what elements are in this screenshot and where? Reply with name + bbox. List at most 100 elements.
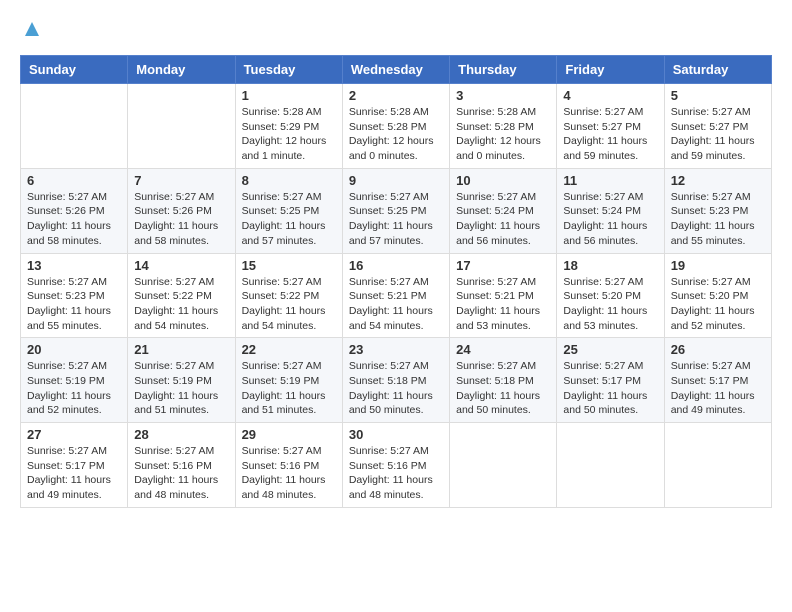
calendar-day-cell: 2 Sunrise: 5:28 AM Sunset: 5:28 PM Daylig… [342, 84, 449, 169]
calendar-day-cell: 6 Sunrise: 5:27 AM Sunset: 5:26 PM Daylig… [21, 168, 128, 253]
day-number: 6 [27, 173, 121, 188]
calendar-day-cell: 19 Sunrise: 5:27 AM Sunset: 5:20 PM Dayli… [664, 253, 771, 338]
day-info: Sunrise: 5:27 AM Sunset: 5:22 PM Dayligh… [242, 275, 336, 334]
calendar-day-cell: 24 Sunrise: 5:27 AM Sunset: 5:18 PM Dayli… [450, 338, 557, 423]
day-info: Sunrise: 5:27 AM Sunset: 5:18 PM Dayligh… [456, 359, 550, 418]
day-number: 19 [671, 258, 765, 273]
day-number: 5 [671, 88, 765, 103]
day-info: Sunrise: 5:28 AM Sunset: 5:28 PM Dayligh… [456, 105, 550, 164]
day-info: Sunrise: 5:27 AM Sunset: 5:16 PM Dayligh… [349, 444, 443, 503]
day-number: 3 [456, 88, 550, 103]
day-number: 21 [134, 342, 228, 357]
day-info: Sunrise: 5:27 AM Sunset: 5:27 PM Dayligh… [671, 105, 765, 164]
day-info: Sunrise: 5:27 AM Sunset: 5:23 PM Dayligh… [671, 190, 765, 249]
calendar-day-cell: 3 Sunrise: 5:28 AM Sunset: 5:28 PM Daylig… [450, 84, 557, 169]
day-number: 25 [563, 342, 657, 357]
calendar-day-cell: 4Sunrise: 5:27 AM Sunset: 5:27 PM Daylig… [557, 84, 664, 169]
logo-icon [23, 20, 41, 38]
day-info: Sunrise: 5:27 AM Sunset: 5:16 PM Dayligh… [134, 444, 228, 503]
day-of-week-header: Monday [128, 56, 235, 84]
page-container: SundayMondayTuesdayWednesdayThursdayFrid… [20, 20, 772, 508]
day-number: 14 [134, 258, 228, 273]
day-number: 30 [349, 427, 443, 442]
day-of-week-header: Sunday [21, 56, 128, 84]
day-info: Sunrise: 5:28 AM Sunset: 5:28 PM Dayligh… [349, 105, 443, 164]
day-number: 15 [242, 258, 336, 273]
day-number: 16 [349, 258, 443, 273]
day-of-week-header: Saturday [664, 56, 771, 84]
calendar-day-cell: 30 Sunrise: 5:27 AM Sunset: 5:16 PM Dayli… [342, 423, 449, 508]
calendar-day-cell: 22Sunrise: 5:27 AM Sunset: 5:19 PM Dayli… [235, 338, 342, 423]
calendar-week-row: 27Sunrise: 5:27 AM Sunset: 5:17 PM Dayli… [21, 423, 772, 508]
calendar-day-cell: 16 Sunrise: 5:27 AM Sunset: 5:21 PM Dayli… [342, 253, 449, 338]
calendar-day-cell [557, 423, 664, 508]
calendar-day-cell: 10 Sunrise: 5:27 AM Sunset: 5:24 PM Dayli… [450, 168, 557, 253]
day-number: 24 [456, 342, 550, 357]
day-info: Sunrise: 5:27 AM Sunset: 5:25 PM Dayligh… [242, 190, 336, 249]
day-info: Sunrise: 5:27 AM Sunset: 5:26 PM Dayligh… [27, 190, 121, 249]
calendar-day-cell: 29 Sunrise: 5:27 AM Sunset: 5:16 PM Dayli… [235, 423, 342, 508]
calendar-day-cell: 23 Sunrise: 5:27 AM Sunset: 5:18 PM Dayli… [342, 338, 449, 423]
day-of-week-header: Thursday [450, 56, 557, 84]
day-info: Sunrise: 5:27 AM Sunset: 5:21 PM Dayligh… [349, 275, 443, 334]
day-number: 1 [242, 88, 336, 103]
day-info: Sunrise: 5:27 AM Sunset: 5:22 PM Dayligh… [134, 275, 228, 334]
calendar-day-cell: 15 Sunrise: 5:27 AM Sunset: 5:22 PM Dayli… [235, 253, 342, 338]
calendar-day-cell [21, 84, 128, 169]
header [20, 20, 772, 45]
day-info: Sunrise: 5:27 AM Sunset: 5:16 PM Dayligh… [242, 444, 336, 503]
calendar-day-cell: 9Sunrise: 5:27 AM Sunset: 5:25 PM Daylig… [342, 168, 449, 253]
day-of-week-header: Friday [557, 56, 664, 84]
calendar-day-cell: 7 Sunrise: 5:27 AM Sunset: 5:26 PM Daylig… [128, 168, 235, 253]
calendar-day-cell [664, 423, 771, 508]
calendar-day-cell [128, 84, 235, 169]
day-info: Sunrise: 5:27 AM Sunset: 5:26 PM Dayligh… [134, 190, 228, 249]
day-number: 8 [242, 173, 336, 188]
day-info: Sunrise: 5:27 AM Sunset: 5:24 PM Dayligh… [563, 190, 657, 249]
calendar-day-cell: 5 Sunrise: 5:27 AM Sunset: 5:27 PM Daylig… [664, 84, 771, 169]
day-number: 26 [671, 342, 765, 357]
day-info: Sunrise: 5:27 AM Sunset: 5:18 PM Dayligh… [349, 359, 443, 418]
calendar-day-cell: 12Sunrise: 5:27 AM Sunset: 5:23 PM Dayli… [664, 168, 771, 253]
calendar-week-row: 20 Sunrise: 5:27 AM Sunset: 5:19 PM Dayli… [21, 338, 772, 423]
day-info: Sunrise: 5:27 AM Sunset: 5:23 PM Dayligh… [27, 275, 121, 334]
day-number: 22 [242, 342, 336, 357]
day-number: 17 [456, 258, 550, 273]
day-info: Sunrise: 5:27 AM Sunset: 5:25 PM Dayligh… [349, 190, 443, 249]
day-info: Sunrise: 5:27 AM Sunset: 5:27 PM Dayligh… [563, 105, 657, 164]
day-number: 7 [134, 173, 228, 188]
calendar-week-row: 1 Sunrise: 5:28 AM Sunset: 5:29 PM Daylig… [21, 84, 772, 169]
logo [20, 20, 41, 45]
day-number: 27 [27, 427, 121, 442]
calendar-day-cell: 20 Sunrise: 5:27 AM Sunset: 5:19 PM Dayli… [21, 338, 128, 423]
calendar-day-cell: 27Sunrise: 5:27 AM Sunset: 5:17 PM Dayli… [21, 423, 128, 508]
day-info: Sunrise: 5:27 AM Sunset: 5:20 PM Dayligh… [563, 275, 657, 334]
day-number: 23 [349, 342, 443, 357]
calendar-day-cell: 28 Sunrise: 5:27 AM Sunset: 5:16 PM Dayli… [128, 423, 235, 508]
calendar-header: SundayMondayTuesdayWednesdayThursdayFrid… [21, 56, 772, 84]
calendar-week-row: 13 Sunrise: 5:27 AM Sunset: 5:23 PM Dayli… [21, 253, 772, 338]
day-info: Sunrise: 5:27 AM Sunset: 5:19 PM Dayligh… [27, 359, 121, 418]
calendar-day-cell: 1 Sunrise: 5:28 AM Sunset: 5:29 PM Daylig… [235, 84, 342, 169]
day-of-week-header: Wednesday [342, 56, 449, 84]
day-info: Sunrise: 5:27 AM Sunset: 5:20 PM Dayligh… [671, 275, 765, 334]
day-of-week-header: Tuesday [235, 56, 342, 84]
calendar-day-cell: 17 Sunrise: 5:27 AM Sunset: 5:21 PM Dayli… [450, 253, 557, 338]
calendar-day-cell: 18Sunrise: 5:27 AM Sunset: 5:20 PM Dayli… [557, 253, 664, 338]
day-number: 13 [27, 258, 121, 273]
day-info: Sunrise: 5:27 AM Sunset: 5:24 PM Dayligh… [456, 190, 550, 249]
day-number: 10 [456, 173, 550, 188]
day-info: Sunrise: 5:27 AM Sunset: 5:17 PM Dayligh… [563, 359, 657, 418]
calendar-day-cell: 8 Sunrise: 5:27 AM Sunset: 5:25 PM Daylig… [235, 168, 342, 253]
day-info: Sunrise: 5:27 AM Sunset: 5:21 PM Dayligh… [456, 275, 550, 334]
day-number: 28 [134, 427, 228, 442]
calendar-day-cell: 11Sunrise: 5:27 AM Sunset: 5:24 PM Dayli… [557, 168, 664, 253]
day-number: 29 [242, 427, 336, 442]
day-number: 2 [349, 88, 443, 103]
day-number: 20 [27, 342, 121, 357]
calendar-day-cell: 14 Sunrise: 5:27 AM Sunset: 5:22 PM Dayli… [128, 253, 235, 338]
calendar-table: SundayMondayTuesdayWednesdayThursdayFrid… [20, 55, 772, 508]
days-of-week-row: SundayMondayTuesdayWednesdayThursdayFrid… [21, 56, 772, 84]
day-info: Sunrise: 5:28 AM Sunset: 5:29 PM Dayligh… [242, 105, 336, 164]
calendar-body: 1 Sunrise: 5:28 AM Sunset: 5:29 PM Daylig… [21, 84, 772, 508]
